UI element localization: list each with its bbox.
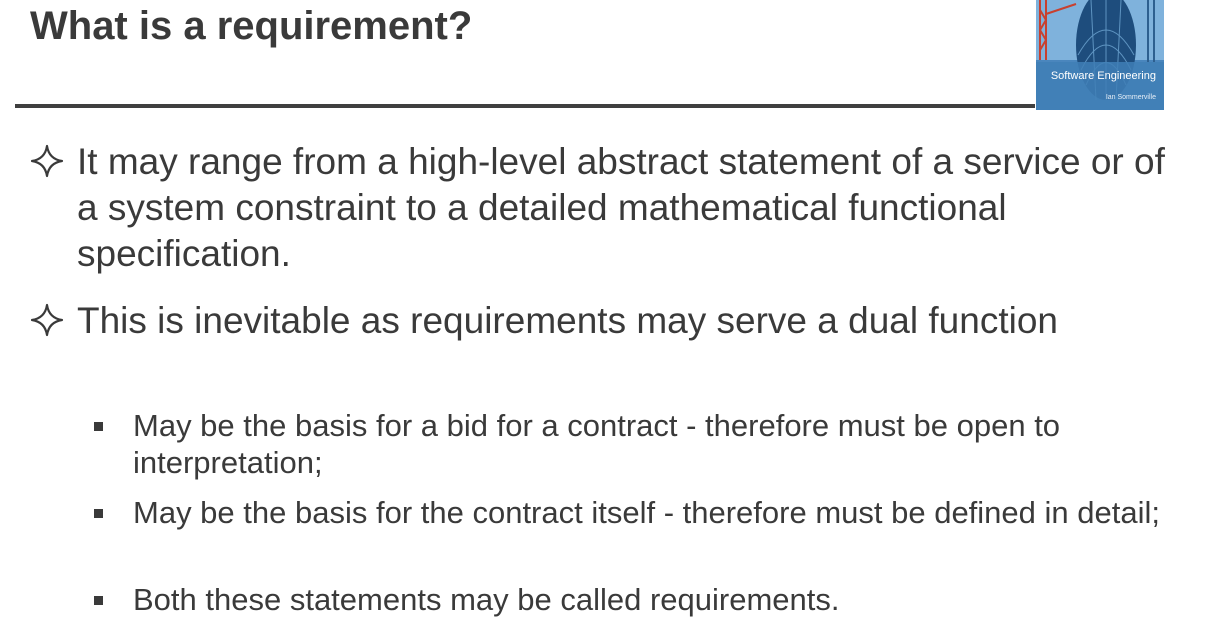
book-title: Software Engineering bbox=[1050, 70, 1156, 82]
sub-bullet-item: May be the basis for a bid for a contrac… bbox=[94, 407, 1174, 481]
four-point-star-outline-icon bbox=[30, 302, 64, 337]
square-bullet-icon bbox=[94, 596, 103, 605]
sub-bullet-text: May be the basis for the contract itself… bbox=[133, 495, 1160, 530]
bullet-text: This is inevitable as requirements may s… bbox=[77, 300, 1058, 341]
sub-bullet-item: Both these statements may be called requ… bbox=[94, 581, 1174, 618]
bullet-text: It may range from a high-level abstract … bbox=[77, 141, 1165, 274]
sub-bullet-item: May be the basis for the contract itself… bbox=[94, 494, 1174, 531]
title-divider bbox=[15, 104, 1035, 108]
sub-bullet-text: May be the basis for a bid for a contrac… bbox=[133, 408, 1061, 480]
square-bullet-icon bbox=[94, 509, 103, 518]
bullet-item: This is inevitable as requirements may s… bbox=[30, 298, 1170, 344]
square-bullet-icon bbox=[94, 422, 103, 431]
book-author: Ian Sommerville bbox=[1105, 94, 1156, 101]
slide-title: What is a requirement? bbox=[30, 4, 473, 48]
sub-bullet-text: Both these statements may be called requ… bbox=[133, 582, 840, 617]
bullet-item: It may range from a high-level abstract … bbox=[30, 139, 1170, 277]
book-cover-image: Software Engineering Ian Sommerville bbox=[1036, 0, 1164, 110]
four-point-star-outline-icon bbox=[30, 143, 64, 178]
